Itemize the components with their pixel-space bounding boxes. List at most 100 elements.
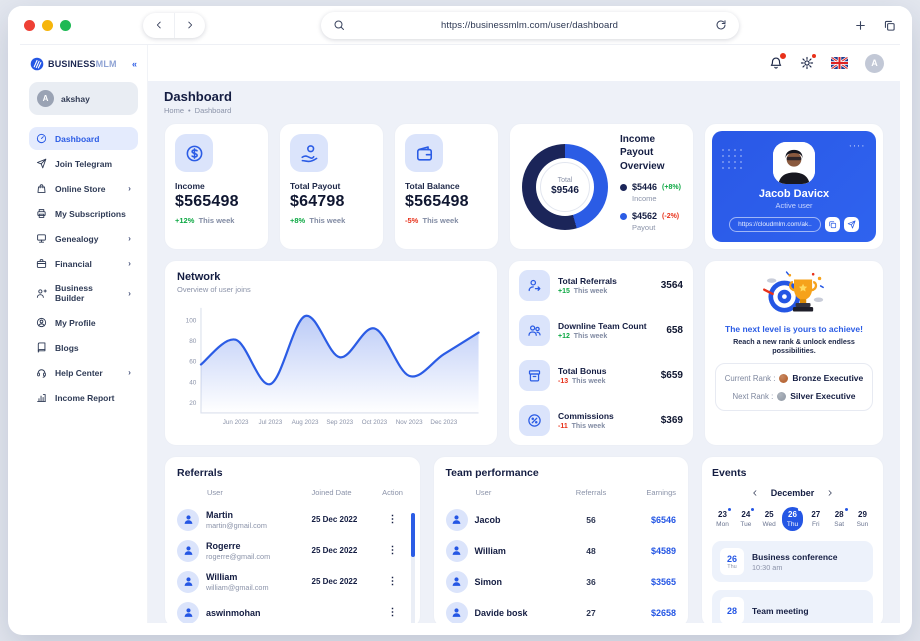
sidebar-menu: Dashboard Join Telegram Online Store › M… [29, 127, 138, 409]
col-user: User [207, 488, 223, 497]
person-icon [451, 576, 462, 587]
sidebar-collapse-icon[interactable]: « [132, 59, 137, 69]
table-row[interactable]: Jacob 56 $6546 [445, 504, 676, 535]
person-icon [451, 514, 462, 525]
scrollbar-thumb[interactable] [411, 513, 415, 557]
language-flag-icon[interactable] [831, 57, 848, 69]
sidebar-user-chip[interactable]: A akshay [29, 82, 138, 115]
settings-badge [811, 53, 817, 59]
row-actions-button[interactable]: ⋮ [378, 607, 408, 618]
rank-label: Next Rank : [732, 391, 774, 401]
stat-value: $659 [660, 370, 683, 381]
table-row[interactable]: Martin martin@gmail.com 25 Dec 2022 ⋮ [177, 504, 408, 535]
team-table-header: User Referrals Earnings [446, 488, 677, 504]
calendar-day-26[interactable]: 26 Thu [781, 507, 803, 531]
sidebar-item-label: My Profile [55, 317, 96, 328]
joined-date: 25 Dec 2022 [311, 577, 358, 586]
sidebar-item-dashboard[interactable]: Dashboard [29, 127, 138, 150]
sidebar-item-my-subscriptions[interactable]: My Subscriptions [29, 202, 138, 225]
chevron-right-icon: › [128, 258, 131, 269]
gift-icon [527, 368, 542, 383]
calendar-day-29[interactable]: 29 Sun [852, 507, 873, 531]
table-row[interactable]: William william@gmail.com 25 Dec 2022 ⋮ [177, 566, 408, 597]
event-item[interactable]: 26 Thu Business conference 10:30 am [712, 541, 873, 582]
table-row[interactable]: William 48 $4589 [445, 535, 676, 566]
table-row[interactable]: aswinmohan ⋮ [177, 597, 408, 623]
col-earnings: Earnings [646, 488, 676, 497]
stat-tile [519, 315, 550, 346]
copy-link-button[interactable] [824, 216, 840, 232]
event-item[interactable]: 28 Team meeting [712, 590, 873, 623]
referral-stat-total-referrals: Total Referrals +15 This week 3564 [519, 270, 683, 301]
minimize-window-button[interactable] [42, 19, 53, 31]
profile-icon [36, 317, 47, 328]
stat-value: 658 [666, 325, 683, 336]
sidebar-item-financial[interactable]: Financial › [29, 252, 138, 275]
person-icon [451, 607, 462, 618]
referral-link[interactable]: https://cloudmlm.com/ak.. [729, 216, 821, 232]
income-payout-card: Total $9546 Income Payout Overview $5446… [509, 123, 694, 250]
day-number: 24 [741, 510, 751, 519]
row-actions-button[interactable]: ⋮ [378, 576, 408, 587]
user-avatar [177, 539, 199, 562]
svg-text:Jun 2023: Jun 2023 [223, 419, 249, 426]
telegram-icon [36, 158, 47, 169]
url-text[interactable]: https://businessmlm.com/user/dashboard [353, 20, 707, 31]
previous-month-button[interactable] [751, 489, 759, 497]
maximize-window-button[interactable] [60, 19, 71, 31]
stat-value: $565498 [405, 193, 469, 210]
svg-text:60: 60 [189, 359, 197, 366]
person-icon [183, 607, 194, 618]
sidebar-item-genealogy[interactable]: Genealogy › [29, 227, 138, 250]
calendar-day-24[interactable]: 24 Tue [735, 507, 756, 531]
calendar-day-27[interactable]: 27 Fri [805, 507, 826, 531]
stat-tile [290, 134, 328, 172]
share-telegram-button[interactable] [843, 216, 859, 232]
close-window-button[interactable] [24, 19, 35, 31]
row-actions-button[interactable]: ⋮ [378, 514, 408, 525]
user-avatar[interactable]: A [865, 53, 884, 73]
sidebar-item-blogs[interactable]: Blogs [29, 336, 138, 359]
sidebar-item-income-report[interactable]: Income Report [29, 386, 138, 409]
legend-item-income: $5446 (+8%) Income [620, 182, 681, 203]
new-tab-icon[interactable] [854, 19, 867, 32]
breadcrumb-current: Dashboard [194, 106, 232, 115]
table-row[interactable]: Simon 36 $3565 [445, 566, 676, 597]
calendar-day-28[interactable]: 28 Sat [829, 507, 850, 531]
sidebar-item-help-center[interactable]: Help Center › [29, 361, 138, 384]
dots-decoration [720, 147, 742, 169]
row-actions-button[interactable]: ⋮ [378, 545, 408, 556]
reload-icon[interactable] [715, 19, 727, 31]
next-month-button[interactable] [826, 489, 834, 497]
windows-icon[interactable] [883, 19, 896, 32]
settings-button[interactable] [800, 53, 817, 70]
svg-text:Nov 2023: Nov 2023 [396, 419, 423, 426]
stat-delta: +12 This week [558, 333, 608, 340]
stat-delta: +8% This week [290, 216, 346, 225]
events-title: Events [712, 467, 747, 479]
logo[interactable]: BUSINESSMLM « [29, 55, 138, 82]
legend-dot [620, 212, 627, 220]
address-bar[interactable]: https://businessmlm.com/user/dashboard [320, 11, 739, 39]
forward-button[interactable] [174, 12, 205, 38]
notifications-button[interactable] [769, 52, 787, 70]
earnings-value: $3565 [650, 576, 676, 587]
user-avatar [445, 508, 468, 531]
sidebar-item-label: Dashboard [55, 133, 100, 144]
sidebar-item-join-telegram[interactable]: Join Telegram [29, 152, 138, 175]
calendar-day-23[interactable]: 23 Mon [712, 507, 733, 531]
calendar-day-25[interactable]: 25 Wed [759, 507, 780, 531]
brand-name-light: MLM [95, 59, 117, 69]
table-row[interactable]: Rogerre rogerre@gmail.com 25 Dec 2022 ⋮ [177, 535, 408, 566]
sidebar-item-my-profile[interactable]: My Profile [29, 311, 138, 334]
back-button[interactable] [143, 13, 174, 38]
day-number: 27 [811, 510, 821, 519]
next-level-card: The next level is yours to achieve! Reac… [704, 260, 884, 446]
breadcrumb-home[interactable]: Home [164, 106, 184, 115]
legend-value: $4562 [632, 211, 658, 222]
user-avatar [177, 601, 199, 623]
sidebar-item-online-store[interactable]: Online Store › [29, 177, 138, 200]
sidebar-item-business-builder[interactable]: Business Builder › [29, 277, 138, 309]
referrals-scrollbar[interactable] [411, 513, 415, 623]
table-row[interactable]: Davide bosk 27 $2658 [445, 597, 676, 623]
